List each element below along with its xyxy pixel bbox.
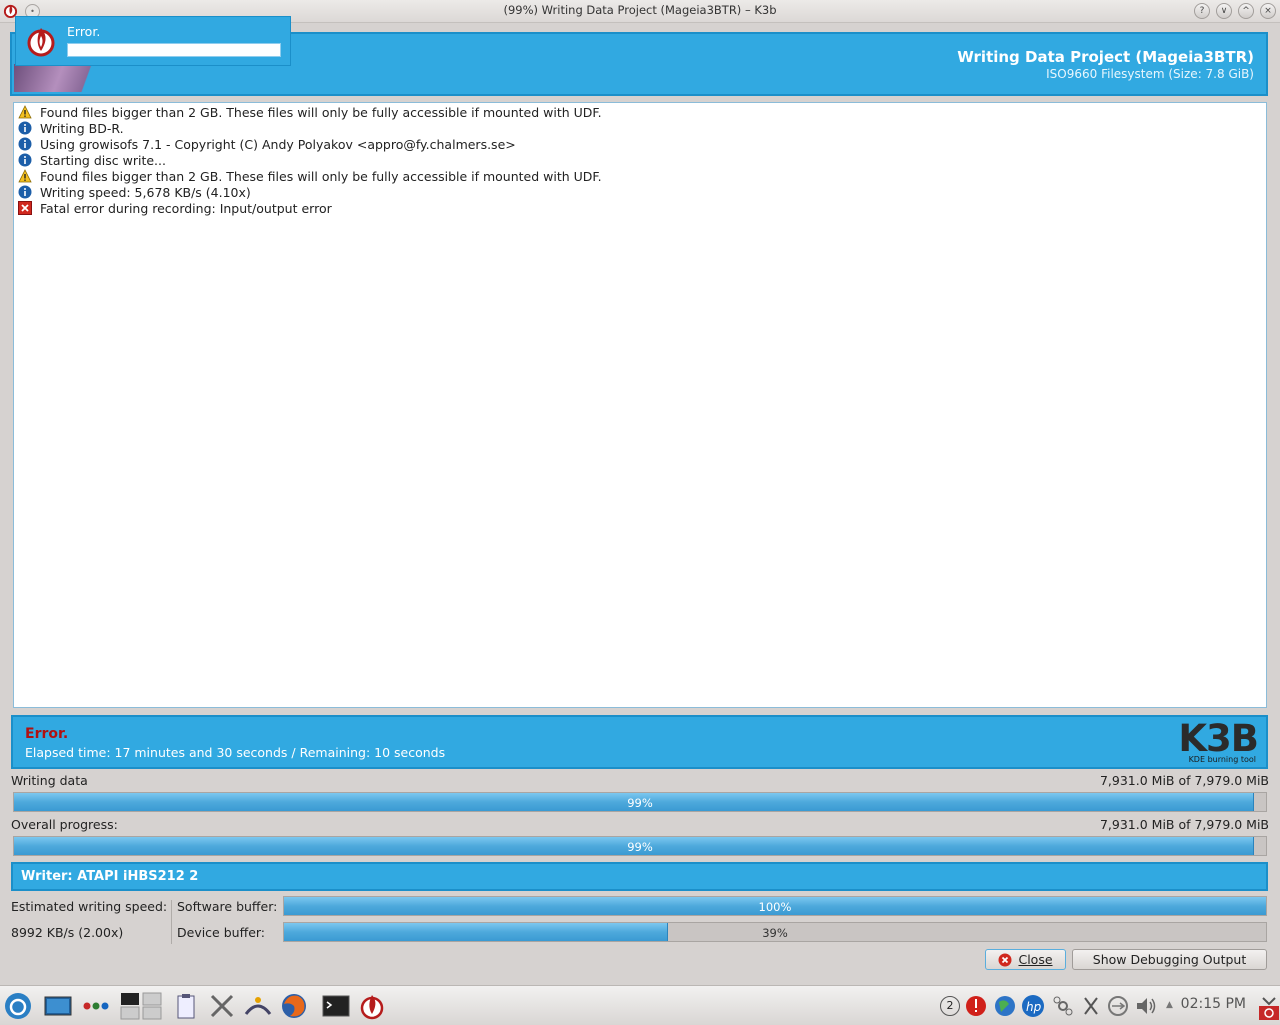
- log-entry[interactable]: Writing BD-R.: [18, 120, 124, 136]
- tray-expand-icon[interactable]: ▲: [1166, 1000, 1173, 1010]
- info-icon: [18, 185, 32, 199]
- job-subtitle: ISO9660 Filesystem (Size: 7.8 GiB): [1046, 67, 1254, 81]
- help-button[interactable]: ?: [1194, 3, 1210, 19]
- mageia-menu-icon[interactable]: [4, 992, 32, 1020]
- close-icon: [998, 953, 1012, 966]
- close-button-label: Close: [1018, 952, 1053, 967]
- info-icon: [18, 137, 32, 151]
- writer-panel: Writer: ATAPI iHBS212 2: [11, 862, 1268, 891]
- k3b-logo-text: K3B: [1178, 717, 1259, 760]
- info-icon: [18, 153, 32, 167]
- dots-icon[interactable]: [82, 992, 110, 1020]
- k3b-logo-subtitle: KDE burning tool: [1188, 755, 1256, 764]
- writer-label: Writer: ATAPI iHBS212 2: [21, 869, 199, 884]
- clipboard-icon[interactable]: [172, 992, 200, 1020]
- overall-progress-percent: 99%: [627, 840, 653, 854]
- popup-progress-bar: [67, 43, 281, 57]
- device-buffer-label: Device buffer:: [177, 925, 266, 940]
- alert-icon[interactable]: [964, 992, 988, 1020]
- log-entry[interactable]: Found files bigger than 2 GB. These file…: [18, 104, 602, 120]
- network-icon[interactable]: [244, 992, 272, 1020]
- log-entry-text: Writing speed: 5,678 KB/s (4.10x): [40, 184, 251, 200]
- software-buffer-label: Software buffer:: [177, 899, 278, 914]
- log-entry-text: Found files bigger than 2 GB. These file…: [40, 104, 602, 120]
- error-icon: [18, 201, 32, 215]
- popup-label: Error.: [67, 24, 101, 39]
- warning-icon: [18, 169, 32, 183]
- maximize-button[interactable]: ^: [1238, 3, 1254, 19]
- log-entry[interactable]: Starting disc write...: [18, 152, 166, 168]
- writing-data-amount: 7,931.0 MiB of 7,979.0 MiB: [1099, 773, 1269, 788]
- writing-data-label: Writing data: [11, 773, 88, 788]
- hp-icon[interactable]: hp: [1021, 992, 1045, 1020]
- clock[interactable]: 02:15 PM: [1181, 996, 1246, 1012]
- close-button[interactable]: Close: [985, 949, 1066, 970]
- pager-icon[interactable]: [120, 992, 162, 1020]
- status-popup: Error.: [15, 16, 291, 66]
- k3b-logo: K3B KDE burning tool: [1178, 717, 1260, 766]
- k3b-taskbar-icon[interactable]: [358, 992, 386, 1020]
- svg-text:hp: hp: [1026, 1000, 1042, 1014]
- log-entry-text: Using growisofs 7.1 - Copyright (C) Andy…: [40, 136, 516, 152]
- log-entry-text: Starting disc write...: [40, 152, 166, 168]
- elapsed-time: Elapsed time: 17 minutes and 30 seconds …: [25, 745, 446, 760]
- overall-progress-bar: 99%: [13, 836, 1267, 856]
- overall-progress-label: Overall progress:: [11, 817, 118, 832]
- device-buffer-bar: 39%: [283, 922, 1267, 942]
- separator: [171, 900, 172, 944]
- header-image: [14, 64, 114, 92]
- speed-label: Estimated writing speed:: [11, 899, 168, 914]
- writing-data-percent: 99%: [627, 796, 653, 810]
- network-tray-icon[interactable]: [1051, 992, 1075, 1020]
- job-title: Writing Data Project (Mageia3BTR): [957, 48, 1254, 66]
- volume-icon[interactable]: [1134, 992, 1158, 1020]
- warning-icon: [18, 105, 32, 119]
- taskbar: 2 hp ▲ 02:15 PM: [0, 985, 1280, 1025]
- close-window-button[interactable]: ×: [1260, 3, 1276, 19]
- globe-icon[interactable]: [993, 992, 1017, 1020]
- status-state: Error.: [25, 726, 69, 742]
- status-panel: Error. Elapsed time: 17 minutes and 30 s…: [11, 715, 1268, 769]
- log-entry[interactable]: Fatal error during recording: Input/outp…: [18, 200, 332, 216]
- overall-progress-amount: 7,931.0 MiB of 7,979.0 MiB: [1099, 817, 1269, 832]
- log-entry-text: Fatal error during recording: Input/outp…: [40, 200, 332, 216]
- device-buffer-percent: 39%: [762, 926, 788, 940]
- k3b-flame-icon: [27, 28, 55, 57]
- desktop-number-badge[interactable]: 2: [940, 996, 960, 1016]
- debug-button-label: Show Debugging Output: [1092, 952, 1247, 967]
- speed-value: 8992 KB/s (2.00x): [11, 925, 124, 940]
- writing-data-progress: 99%: [13, 792, 1267, 812]
- minimize-button[interactable]: ∨: [1216, 3, 1232, 19]
- power-icon[interactable]: [1259, 992, 1279, 1020]
- log-entry[interactable]: Using growisofs 7.1 - Copyright (C) Andy…: [18, 136, 516, 152]
- software-buffer-bar: 100%: [283, 896, 1267, 916]
- log-entry[interactable]: Writing speed: 5,678 KB/s (4.10x): [18, 184, 251, 200]
- tools-icon[interactable]: [208, 992, 236, 1020]
- show-debugging-output-button[interactable]: Show Debugging Output: [1072, 949, 1267, 970]
- software-buffer-percent: 100%: [758, 900, 792, 914]
- info-icon: [18, 121, 32, 135]
- firefox-icon[interactable]: [280, 992, 308, 1020]
- scissors-icon[interactable]: [1079, 992, 1103, 1020]
- log-entry[interactable]: Found files bigger than 2 GB. These file…: [18, 168, 602, 184]
- log-entry-text: Found files bigger than 2 GB. These file…: [40, 168, 602, 184]
- window-title: (99%) Writing Data Project (Mageia3BTR) …: [503, 3, 777, 17]
- usb-icon[interactable]: [1106, 992, 1130, 1020]
- log-entry-text: Writing BD-R.: [40, 120, 124, 136]
- desktop-icon[interactable]: [44, 992, 72, 1020]
- log-list[interactable]: Found files bigger than 2 GB. These file…: [13, 102, 1267, 708]
- terminal-icon[interactable]: [322, 992, 350, 1020]
